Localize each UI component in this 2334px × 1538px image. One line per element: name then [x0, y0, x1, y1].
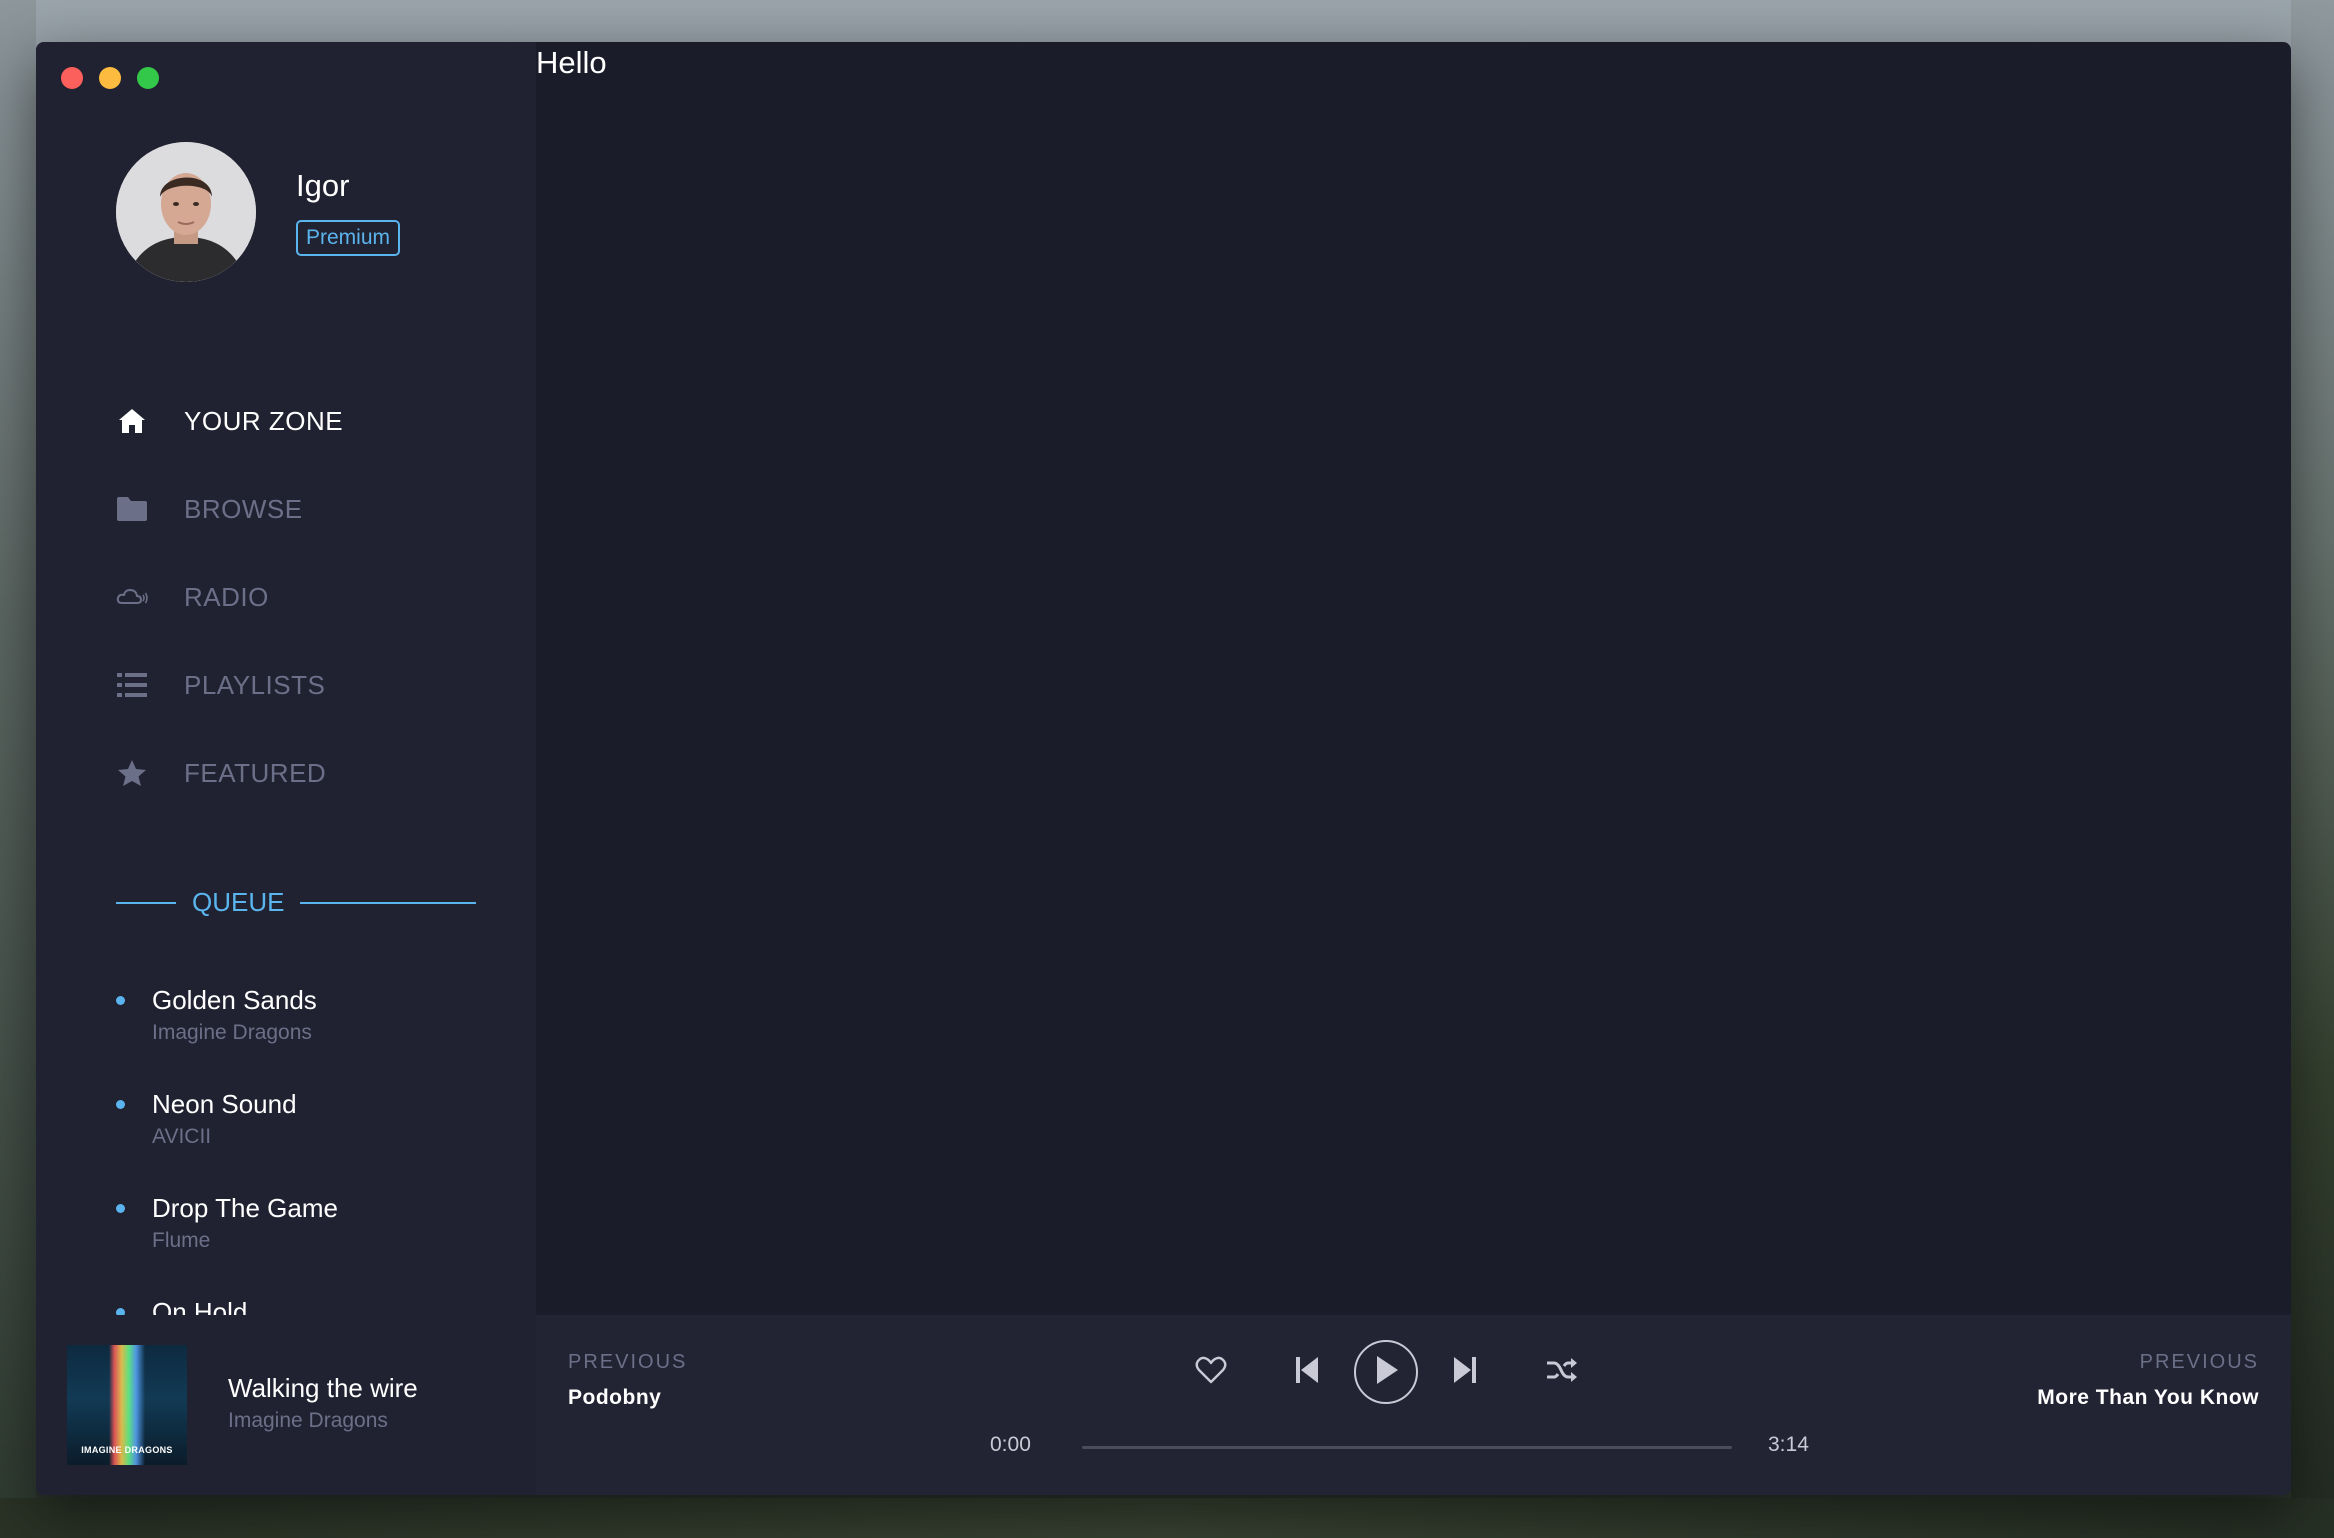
shuffle-icon: [1545, 1357, 1577, 1388]
bullet-icon: [116, 1308, 125, 1315]
desktop-wallpaper-bottom: [0, 1498, 2334, 1538]
queue-header: QUEUE: [116, 887, 476, 918]
avatar[interactable]: [116, 142, 256, 282]
nav-label-featured: FEATURED: [184, 757, 327, 788]
player-bar: IMAGINE DRAGONS Walking the wire Imagine…: [36, 1315, 2291, 1495]
skip-forward-icon: [1454, 1356, 1476, 1388]
page-title: Hello: [536, 45, 607, 80]
skip-back-icon: [1296, 1356, 1318, 1388]
nav-label-radio: RADIO: [184, 581, 269, 612]
queue-track-title: Neon Sound: [152, 1089, 297, 1119]
main-nav: YOUR ZONE BROWSE RADIO PLAYLISTS FEATURE…: [116, 377, 343, 817]
shuffle-button[interactable]: [1536, 1347, 1586, 1397]
previous-track[interactable]: PREVIOUS Podobny: [568, 1351, 687, 1410]
sidebar: Igor Premium YOUR ZONE BROWSE RADIO PLAY…: [36, 42, 536, 1315]
nav-item-featured[interactable]: FEATURED: [116, 729, 343, 817]
queue-divider-right: [300, 901, 476, 904]
app-window: Igor Premium YOUR ZONE BROWSE RADIO PLAY…: [36, 42, 2291, 1495]
star-icon: [116, 757, 148, 789]
next-track-title: More Than You Know: [2037, 1386, 2259, 1409]
nav-item-browse[interactable]: BROWSE: [116, 465, 343, 553]
progress-bar[interactable]: [1082, 1446, 1732, 1449]
cloud-radio-icon: [116, 581, 148, 613]
queue-track-artist: AVICII: [152, 1125, 212, 1148]
now-playing: IMAGINE DRAGONS Walking the wire Imagine…: [36, 1315, 536, 1495]
nav-label-your-zone: YOUR ZONE: [184, 405, 344, 436]
queue-track-title: Golden Sands: [152, 985, 317, 1015]
queue-item[interactable]: On Hold: [116, 1294, 338, 1315]
nav-label-browse: BROWSE: [184, 493, 303, 524]
desktop-wallpaper-left: [0, 0, 36, 1538]
now-playing-artist[interactable]: Imagine Dragons: [228, 1409, 388, 1433]
bullet-icon: [116, 1204, 125, 1213]
play-icon: [1374, 1355, 1398, 1389]
bullet-icon: [116, 1100, 125, 1109]
username: Igor: [296, 168, 350, 203]
queue-title: QUEUE: [192, 887, 285, 917]
play-button[interactable]: [1354, 1340, 1418, 1404]
skip-back-button[interactable]: [1282, 1347, 1332, 1397]
nav-label-playlists: PLAYLISTS: [184, 669, 326, 700]
nav-item-radio[interactable]: RADIO: [116, 553, 343, 641]
queue-track-title: On Hold: [152, 1297, 248, 1315]
queue-track-artist: Imagine Dragons: [152, 1021, 312, 1044]
minimize-window-button[interactable]: [99, 67, 121, 89]
queue-track-title: Drop The Game: [152, 1193, 338, 1223]
nav-item-playlists[interactable]: PLAYLISTS: [116, 641, 343, 729]
close-window-button[interactable]: [61, 67, 83, 89]
album-cover-text: IMAGINE DRAGONS: [81, 1445, 173, 1455]
now-playing-title: Walking the wire: [228, 1373, 418, 1403]
previous-label: PREVIOUS: [568, 1351, 688, 1373]
list-icon: [116, 669, 148, 701]
nav-item-your-zone[interactable]: YOUR ZONE: [116, 377, 343, 465]
time-elapsed: 0:00: [990, 1433, 1031, 1456]
desktop-wallpaper-right: [2291, 0, 2334, 1538]
premium-badge: Premium: [296, 220, 401, 256]
window-controls: [61, 67, 159, 89]
heart-icon: [1195, 1356, 1227, 1389]
skip-forward-button[interactable]: [1440, 1347, 1490, 1397]
queue-item[interactable]: Golden Sands Imagine Dragons: [116, 982, 338, 1086]
next-label: PREVIOUS: [2139, 1351, 2259, 1373]
time-total: 3:14: [1768, 1433, 1809, 1456]
maximize-window-button[interactable]: [137, 67, 159, 89]
queue-list: Golden Sands Imagine Dragons Neon Sound …: [116, 982, 338, 1315]
queue-item[interactable]: Neon Sound AVICII: [116, 1086, 338, 1190]
like-button[interactable]: [1186, 1347, 1236, 1397]
album-cover[interactable]: IMAGINE DRAGONS: [67, 1345, 187, 1465]
queue-item[interactable]: Drop The Game Flume: [116, 1190, 338, 1294]
queue-track-artist: Flume: [152, 1229, 211, 1252]
bullet-icon: [116, 996, 125, 1005]
folder-icon: [116, 493, 148, 525]
next-track[interactable]: PREVIOUS More Than You Know: [2037, 1351, 2259, 1410]
home-icon: [116, 405, 148, 437]
queue-divider-left: [116, 901, 176, 904]
playback-controls: [1186, 1340, 1586, 1404]
previous-track-title: Podobny: [568, 1386, 662, 1409]
